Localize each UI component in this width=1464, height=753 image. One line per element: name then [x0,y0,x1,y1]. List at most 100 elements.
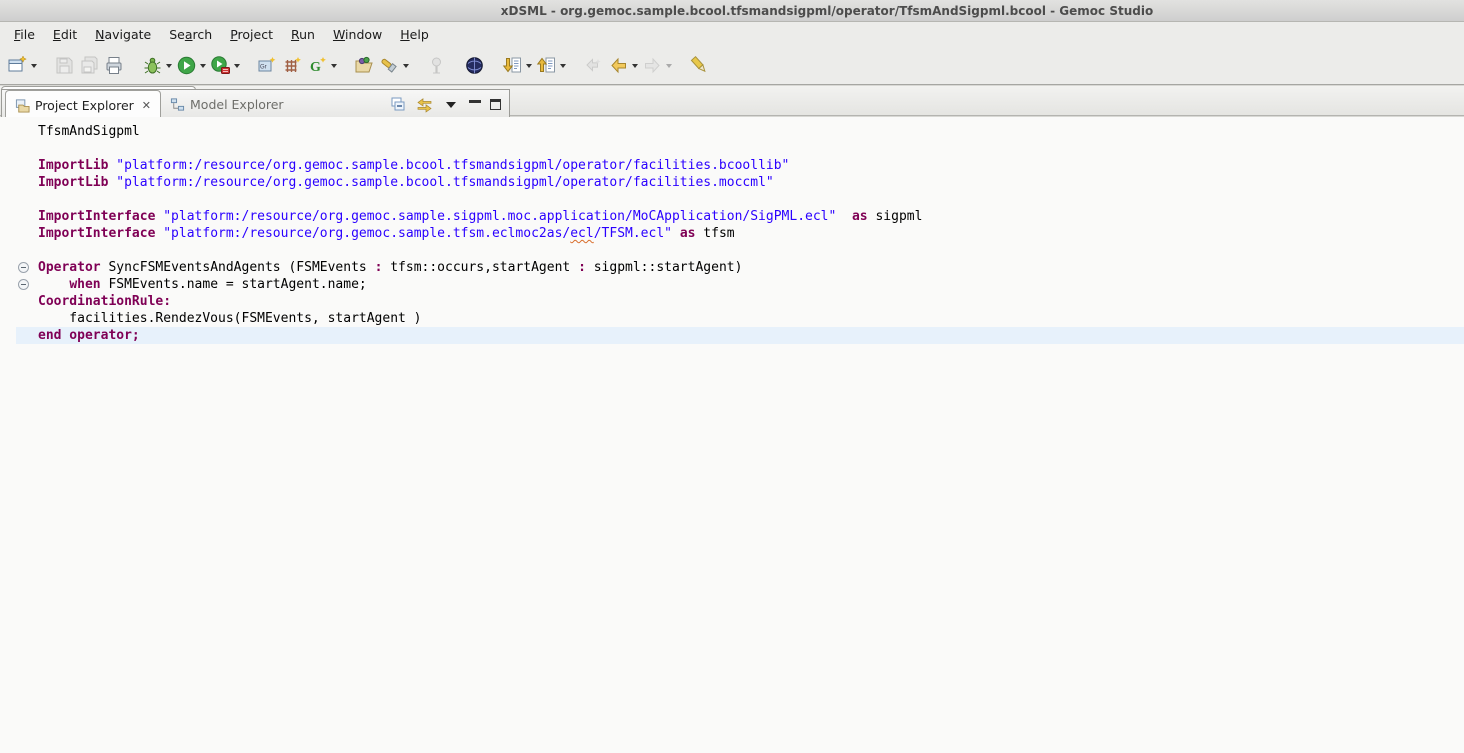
previous-annotation-icon [536,55,557,76]
back-button[interactable] [607,52,639,80]
keyword-token: ImportLib [38,175,108,190]
view-tab-model-explorer[interactable]: Model Explorer [161,90,293,119]
debug-button[interactable] [141,52,173,80]
menu-bar: FileEditNavigateSearchProjectRunWindowHe… [0,22,1464,47]
title-bar: xDSML - org.gemoc.sample.bcool.tfsmandsi… [0,0,1464,22]
menu-project[interactable]: Project [221,24,282,45]
keyword-token: when [69,277,100,292]
load-model-icon [354,55,375,76]
new-gemoc-project-button[interactable]: G [306,52,338,80]
window-title: xDSML - org.gemoc.sample.bcool.tfsmandsi… [501,4,1153,18]
minimize-icon[interactable] [469,100,481,109]
pin-editor-icon [426,55,447,76]
forward-button[interactable] [641,52,673,80]
code-line: when FSMEvents.name = startAgent.name; [16,276,1464,293]
code-line: facilities.RendezVous(FSMEvents, startAg… [16,310,1464,327]
menu-help[interactable]: Help [391,24,438,45]
keyword-token: end operator; [38,328,140,343]
search-dropdown-arrow-icon[interactable] [403,64,409,68]
keyword-token: as [852,209,868,224]
code-line: TfsmAndSigpml [16,123,1464,140]
code-line [16,140,1464,157]
new-wizard-button[interactable] [6,52,38,80]
menu-edit[interactable]: Edit [44,24,86,45]
menu-navigate[interactable]: Navigate [86,24,160,45]
code-line: ImportInterface "platform:/resource/org.… [16,208,1464,225]
explorer-tab-bar: Project Explorer ✕ Model Explorer [2,90,509,120]
view-tab-label: Project Explorer [35,98,134,113]
run-dropdown-arrow-icon[interactable] [200,64,206,68]
run-last-launched-button[interactable] [209,52,241,80]
svg-text:Gr: Gr [260,65,267,71]
new-model-button[interactable]: Gr [256,52,279,80]
keyword-token: as [680,226,696,241]
run-last-launched-icon [210,55,231,76]
run-last-launched-dropdown-arrow-icon[interactable] [234,64,240,68]
code-line: ImportLib "platform:/resource/org.gemoc.… [16,174,1464,191]
view-menu-icon[interactable] [446,102,456,108]
search-button[interactable] [378,52,410,80]
collapse-all-icon[interactable] [390,96,407,113]
load-model-button[interactable] [353,52,376,80]
save-icon [54,55,75,76]
view-tab-project-explorer[interactable]: Project Explorer ✕ [5,90,161,119]
keyword-token: Operator [38,260,101,275]
search-icon [379,55,400,76]
forward-dropdown-arrow-icon[interactable] [666,64,672,68]
code-line [16,191,1464,208]
mark-occurrences-button[interactable] [688,52,711,80]
string-token-misspelled: ecl [570,226,593,241]
code-line: end operator; [16,327,1464,344]
save-button[interactable] [53,52,76,80]
run-button[interactable] [175,52,207,80]
previous-annotation-dropdown-arrow-icon[interactable] [560,64,566,68]
menu-window[interactable]: Window [324,24,391,45]
debug-dropdown-arrow-icon[interactable] [166,64,172,68]
mark-occurrences-icon [689,55,710,76]
plain-token: facilities.RendezVous(FSMEvents, startAg… [38,311,422,326]
string-token: "platform:/resource/org.gemoc.sample.sig… [163,209,836,224]
next-annotation-icon [502,55,523,76]
menu-file[interactable]: File [5,24,44,45]
previous-annotation-button[interactable] [535,52,567,80]
fold-collapse-icon[interactable] [18,279,29,290]
code-editor[interactable]: TfsmAndSigpml ImportLib "platform:/resour… [0,117,1464,753]
fold-collapse-icon[interactable] [18,262,29,273]
new-gemoc-project-dropdown-arrow-icon[interactable] [331,64,337,68]
open-web-browser-button[interactable] [463,52,486,80]
keyword-token: ImportInterface [38,209,155,224]
new-wizard-icon [7,55,28,76]
string-token: /TFSM.ecl" [594,226,672,241]
menu-search[interactable]: Search [160,24,221,45]
plain-token: tfsm::occurs,startAgent [382,260,578,275]
next-annotation-button[interactable] [501,52,533,80]
next-annotation-dropdown-arrow-icon[interactable] [526,64,532,68]
main-toolbar: Gr G [0,47,1464,85]
plain-token: tfsm [695,226,734,241]
save-all-button[interactable] [78,52,101,80]
link-with-editor-icon[interactable] [416,96,433,113]
gemoc-studio-window: { "window": { "title": "xDSML - org.gemo… [0,0,1464,753]
string-token: "platform:/resource/org.gemoc.sample.tfs… [163,226,570,241]
keyword-token: ImportLib [38,158,108,173]
maximize-icon[interactable] [490,99,501,110]
keyword-token: CoordinationRule: [38,294,171,309]
forward-icon [642,55,663,76]
close-icon[interactable]: ✕ [142,99,151,112]
back-dropdown-arrow-icon[interactable] [632,64,638,68]
plain-token: sigpml [868,209,923,224]
plain-token [836,209,852,224]
new-wizard-dropdown-arrow-icon[interactable] [31,64,37,68]
new-grid-icon [282,55,303,76]
code-line: CoordinationRule: [16,293,1464,310]
new-grid-button[interactable] [281,52,304,80]
keyword-token: : [578,260,586,275]
plain-token: sigpml::startAgent) [586,260,743,275]
back-icon [608,55,629,76]
svg-text:G: G [310,60,321,75]
pin-editor-button[interactable] [425,52,448,80]
debug-icon [142,55,163,76]
menu-run[interactable]: Run [282,24,324,45]
print-button[interactable] [103,52,126,80]
last-edit-location-button[interactable] [582,52,605,80]
